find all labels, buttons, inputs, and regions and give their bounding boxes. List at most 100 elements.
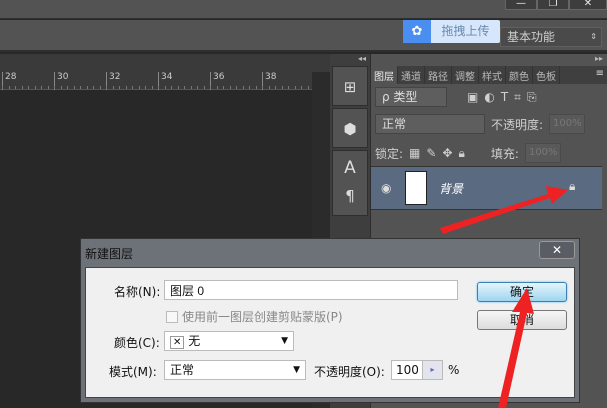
title-bar: — ❐ ✕	[0, 0, 607, 19]
ruler-minor-tick	[255, 86, 257, 89]
percent-label: %	[448, 363, 460, 377]
ruler-minor-tick	[47, 86, 49, 89]
ok-button[interactable]: 确定	[477, 282, 567, 302]
layer-lock-icon: 🔒︎	[569, 179, 576, 193]
lock-position-icon[interactable]: ✥	[442, 146, 452, 160]
ruler-minor-tick	[15, 86, 16, 89]
ruler-minor-tick	[8, 86, 10, 89]
opacity-input[interactable]: 100 ▸	[391, 360, 443, 380]
tab-swatches[interactable]: 色板	[533, 66, 560, 84]
ruler-minor-tick	[275, 86, 276, 89]
ruler-minor-tick	[67, 86, 68, 89]
panel-menu-icon[interactable]: ≡	[592, 66, 607, 84]
cancel-button[interactable]: 取消	[477, 310, 567, 330]
clip-mask-label: 使用前一图层创建剪贴蒙版(P)	[182, 310, 343, 324]
ruler-minor-tick	[2, 86, 3, 89]
no-color-icon: ✕	[170, 336, 185, 349]
ruler-minor-tick	[106, 86, 107, 89]
close-window-button[interactable]: ✕	[569, 0, 607, 10]
ruler-minor-tick	[112, 86, 114, 89]
mode-label: 模式(M):	[109, 365, 157, 379]
workspace-select[interactable]: 基本功能 ⇕	[500, 27, 602, 47]
tab-color[interactable]: 颜色	[506, 66, 533, 84]
ruler-minor-tick	[171, 86, 172, 89]
tab-layers[interactable]: 图层	[371, 66, 398, 84]
baidu-cloud-icon: ✿	[403, 20, 431, 43]
clip-mask-checkbox[interactable]	[166, 310, 178, 323]
ruler-minor-tick	[28, 86, 29, 89]
filter-type-select[interactable]: ρ 类型	[375, 87, 447, 107]
layer-thumbnail	[405, 171, 427, 205]
ruler-minor-tick	[86, 86, 88, 89]
ruler-minor-tick	[34, 86, 36, 89]
lock-all-icon[interactable]: 🔒︎	[459, 146, 465, 161]
lock-transparency-icon[interactable]: ▦	[409, 146, 420, 160]
lock-label: 锁定:	[375, 146, 404, 161]
ruler-minor-tick	[184, 86, 185, 89]
clip-mask-option: 使用前一图层创建剪贴蒙版(P)	[166, 308, 343, 325]
opacity-label: 不透明度:	[491, 117, 544, 132]
name-input[interactable]	[164, 280, 458, 300]
3d-icon[interactable]: ⬢	[332, 108, 368, 148]
drag-upload-button[interactable]: ✿ 拖拽上传	[403, 20, 500, 43]
ruler-minor-tick	[177, 86, 179, 89]
horizontal-ruler[interactable]: 28 30 32 34 36 38	[0, 72, 312, 90]
color-label: 颜色(C):	[114, 336, 160, 350]
ruler-minor-tick	[119, 86, 120, 89]
ruler-minor-tick	[73, 86, 75, 89]
ruler-minor-tick	[229, 86, 231, 89]
restore-button[interactable]: ❐	[537, 0, 569, 10]
opacity-input[interactable]: 100%	[549, 114, 586, 134]
ruler-minor-tick	[236, 86, 237, 89]
document-tab-strip	[0, 54, 330, 72]
opacity-slider-button[interactable]: ▸	[422, 361, 442, 379]
tab-channels[interactable]: 通道	[398, 66, 425, 84]
ruler-minor-tick	[54, 86, 55, 89]
expand-icon[interactable]: ▸▸	[595, 54, 603, 63]
fill-input[interactable]: 100%	[524, 143, 561, 163]
dialog-close-button[interactable]: ✕	[539, 241, 575, 259]
visibility-eye-icon[interactable]: ◉	[381, 181, 391, 195]
character-icon[interactable]: A	[333, 151, 367, 181]
lock-paint-icon[interactable]: ✎	[426, 146, 436, 160]
workspace-value: 基本功能	[507, 30, 556, 44]
tab-paths[interactable]: 路径	[425, 66, 452, 84]
tab-adjustments[interactable]: 调整	[452, 66, 479, 84]
ruler-minor-tick	[132, 86, 133, 89]
chevron-down-icon: ▼	[293, 365, 300, 375]
filter-adjustment-icon[interactable]: ◐	[484, 90, 494, 104]
fill-label: 填充:	[490, 146, 519, 161]
filter-type-icon[interactable]: T	[501, 90, 508, 104]
filter-shape-icon[interactable]: ⌗	[514, 90, 521, 105]
blend-mode-select[interactable]: 正常	[375, 114, 485, 134]
paragraph-icon[interactable]: ¶	[333, 181, 367, 211]
color-select[interactable]: ✕ 无 ▼	[164, 331, 294, 351]
mode-value: 正常	[170, 363, 195, 377]
history-icon[interactable]: ⊞	[332, 66, 368, 106]
ruler-minor-tick	[301, 86, 302, 89]
dialog-title: 新建图层	[85, 247, 134, 261]
ruler-minor-tick	[158, 86, 159, 89]
new-layer-dialog: 新建图层 ✕ 名称(N): 使用前一图层创建剪贴蒙版(P) 颜色(C): ✕ 无…	[80, 238, 580, 403]
ruler-minor-tick	[262, 86, 263, 89]
ruler-minor-tick	[93, 86, 94, 89]
layer-row-background[interactable]: ◉ 背景 🔒︎	[371, 166, 602, 210]
ruler-minor-tick	[268, 86, 270, 89]
ruler-minor-tick	[307, 86, 309, 89]
filter-image-icon[interactable]: ▣	[467, 90, 478, 104]
ruler-minor-tick	[125, 86, 127, 89]
tab-styles[interactable]: 样式	[479, 66, 506, 84]
layer-name: 背景	[439, 182, 464, 196]
filter-smart-object-icon[interactable]: ⎘	[527, 90, 537, 105]
mode-select[interactable]: 正常 ▼	[164, 360, 306, 380]
ruler-minor-tick	[223, 86, 224, 89]
collapse-icon[interactable]: ◂◂	[358, 54, 366, 63]
drag-upload-label: 拖拽上传	[441, 24, 490, 38]
type-panels-group: A ¶	[332, 150, 368, 216]
ruler-minor-tick	[216, 86, 218, 89]
ruler-minor-tick	[210, 86, 211, 89]
minimize-button[interactable]: —	[505, 0, 537, 10]
opacity-value: 100	[396, 363, 419, 377]
ruler-minor-tick	[41, 86, 42, 89]
color-value: 无	[188, 334, 201, 348]
